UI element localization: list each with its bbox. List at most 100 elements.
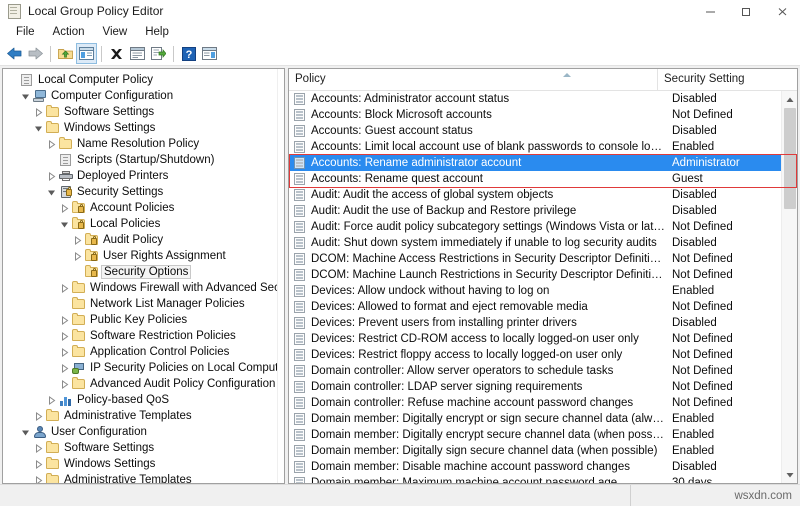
tree-item-local-computer-policy[interactable]: Local Computer Policy: [6, 72, 284, 88]
table-row[interactable]: Audit: Audit the use of Backup and Resto…: [289, 203, 797, 219]
tree-item-policy-based-qos[interactable]: Policy-based QoS: [6, 392, 284, 408]
chevron-right-icon[interactable]: [71, 232, 84, 248]
table-row[interactable]: Accounts: Guest account status Disabled: [289, 123, 797, 139]
tree-item-software-settings[interactable]: Software Settings: [6, 440, 284, 456]
column-header-policy[interactable]: Policy: [289, 69, 658, 90]
table-row[interactable]: Accounts: Rename administrator account Ad…: [289, 155, 797, 171]
policy-setting-icon: [293, 284, 307, 298]
chevron-right-icon[interactable]: [58, 200, 71, 216]
chevron-down-icon[interactable]: [19, 88, 32, 104]
chevron-right-icon[interactable]: [58, 360, 71, 376]
tree-item-ip-security-policies-on-local-computer[interactable]: IP Security Policies on Local Computer: [6, 360, 284, 376]
table-row[interactable]: Domain member: Digitally encrypt secure …: [289, 427, 797, 443]
export-list-icon[interactable]: [148, 43, 169, 64]
table-row[interactable]: Audit: Audit the access of global system…: [289, 187, 797, 203]
scroll-down-icon[interactable]: [782, 466, 798, 483]
tree-item-security-settings[interactable]: Security Settings: [6, 184, 284, 200]
console-tree[interactable]: Local Computer Policy Computer Configurat…: [3, 69, 284, 483]
table-row[interactable]: Devices: Prevent users from installing p…: [289, 315, 797, 331]
tree-item-user-configuration[interactable]: User Configuration: [6, 424, 284, 440]
back-icon[interactable]: [4, 43, 25, 64]
chevron-right-icon[interactable]: [32, 472, 45, 483]
up-folder-icon[interactable]: [55, 43, 76, 64]
close-button[interactable]: [764, 0, 800, 22]
chevron-right-icon[interactable]: [58, 312, 71, 328]
chevron-right-icon[interactable]: [58, 376, 71, 392]
table-row[interactable]: DCOM: Machine Launch Restrictions in Sec…: [289, 267, 797, 283]
maximize-button[interactable]: [728, 0, 764, 22]
tree-item-computer-configuration[interactable]: Computer Configuration: [6, 88, 284, 104]
tree-item-user-rights-assignment[interactable]: User Rights Assignment: [6, 248, 284, 264]
table-row[interactable]: Devices: Restrict CD-ROM access to local…: [289, 331, 797, 347]
tree-item-windows-settings[interactable]: Windows Settings: [6, 456, 284, 472]
tree-item-network-list-manager-policies[interactable]: Network List Manager Policies: [6, 296, 284, 312]
menu-help[interactable]: Help: [136, 23, 178, 42]
tree-item-administrative-templates[interactable]: Administrative Templates: [6, 408, 284, 424]
chevron-right-icon[interactable]: [58, 280, 71, 296]
show-hide-action-pane-icon[interactable]: [199, 43, 220, 64]
list-body[interactable]: Accounts: Administrator account status Di…: [289, 91, 797, 483]
tree-item-deployed-printers[interactable]: Deployed Printers: [6, 168, 284, 184]
table-row[interactable]: Domain member: Digitally sign secure cha…: [289, 443, 797, 459]
chevron-down-icon[interactable]: [32, 120, 45, 136]
column-header-security-setting[interactable]: Security Setting: [658, 69, 797, 90]
console-tree-scrollbar[interactable]: [277, 69, 284, 483]
table-row[interactable]: Devices: Allow undock without having to …: [289, 283, 797, 299]
chevron-right-icon[interactable]: [32, 440, 45, 456]
scroll-up-icon[interactable]: [782, 91, 798, 108]
tree-item-software-restriction-policies[interactable]: Software Restriction Policies: [6, 328, 284, 344]
table-row[interactable]: Domain member: Maximum machine account p…: [289, 475, 797, 483]
tree-item-security-options[interactable]: Security Options: [6, 264, 284, 280]
chevron-right-icon[interactable]: [45, 136, 58, 152]
tree-item-advanced-audit-policy-configuration[interactable]: Advanced Audit Policy Configuration: [6, 376, 284, 392]
properties-icon[interactable]: [127, 43, 148, 64]
table-row[interactable]: Audit: Shut down system immediately if u…: [289, 235, 797, 251]
menu-file[interactable]: File: [7, 23, 44, 42]
chevron-right-icon[interactable]: [32, 104, 45, 120]
tree-item-scripts-startup-shutdown[interactable]: Scripts (Startup/Shutdown): [6, 152, 284, 168]
tree-item-application-control-policies[interactable]: Application Control Policies: [6, 344, 284, 360]
table-row[interactable]: Domain controller: LDAP server signing r…: [289, 379, 797, 395]
show-hide-console-tree-icon[interactable]: [76, 43, 97, 64]
table-row[interactable]: Accounts: Rename quest account Guest: [289, 171, 797, 187]
scrollbar-thumb[interactable]: [783, 108, 796, 209]
table-row[interactable]: Accounts: Administrator account status Di…: [289, 91, 797, 107]
delete-icon[interactable]: [106, 43, 127, 64]
menu-view[interactable]: View: [94, 23, 137, 42]
chevron-right-icon[interactable]: [58, 328, 71, 344]
chevron-down-icon[interactable]: [58, 216, 71, 232]
policy-list-scrollbar[interactable]: [781, 91, 797, 483]
tree-item-software-settings[interactable]: Software Settings: [6, 104, 284, 120]
table-row[interactable]: Audit: Force audit policy subcategory se…: [289, 219, 797, 235]
menu-action[interactable]: Action: [44, 23, 94, 42]
table-row[interactable]: Domain member: Disable machine account p…: [289, 459, 797, 475]
table-row[interactable]: Domain member: Digitally encrypt or sign…: [289, 411, 797, 427]
table-row[interactable]: Devices: Restrict floppy access to local…: [289, 347, 797, 363]
scrollbar-track[interactable]: [782, 108, 798, 466]
table-row[interactable]: Devices: Allowed to format and eject rem…: [289, 299, 797, 315]
chevron-down-icon[interactable]: [19, 424, 32, 440]
help-icon[interactable]: ?: [178, 43, 199, 64]
tree-item-public-key-policies[interactable]: Public Key Policies: [6, 312, 284, 328]
tree-item-windows-firewall-with-advanced-security[interactable]: Windows Firewall with Advanced Security: [6, 280, 284, 296]
tree-item-audit-policy[interactable]: Audit Policy: [6, 232, 284, 248]
tree-item-local-policies[interactable]: Local Policies: [6, 216, 284, 232]
chevron-right-icon[interactable]: [45, 392, 58, 408]
minimize-button[interactable]: [692, 0, 728, 22]
table-row[interactable]: Accounts: Limit local account use of bla…: [289, 139, 797, 155]
forward-icon[interactable]: [25, 43, 46, 64]
table-row[interactable]: Domain controller: Refuse machine accoun…: [289, 395, 797, 411]
tree-item-windows-settings[interactable]: Windows Settings: [6, 120, 284, 136]
table-row[interactable]: Domain controller: Allow server operator…: [289, 363, 797, 379]
tree-item-administrative-templates[interactable]: Administrative Templates: [6, 472, 284, 483]
chevron-right-icon[interactable]: [71, 248, 84, 264]
chevron-down-icon[interactable]: [45, 184, 58, 200]
table-row[interactable]: Accounts: Block Microsoft accounts Not De…: [289, 107, 797, 123]
chevron-right-icon[interactable]: [58, 344, 71, 360]
table-row[interactable]: DCOM: Machine Access Restrictions in Sec…: [289, 251, 797, 267]
chevron-right-icon[interactable]: [32, 408, 45, 424]
chevron-right-icon[interactable]: [32, 456, 45, 472]
tree-item-name-resolution-policy[interactable]: Name Resolution Policy: [6, 136, 284, 152]
tree-item-account-policies[interactable]: Account Policies: [6, 200, 284, 216]
chevron-right-icon[interactable]: [45, 168, 58, 184]
